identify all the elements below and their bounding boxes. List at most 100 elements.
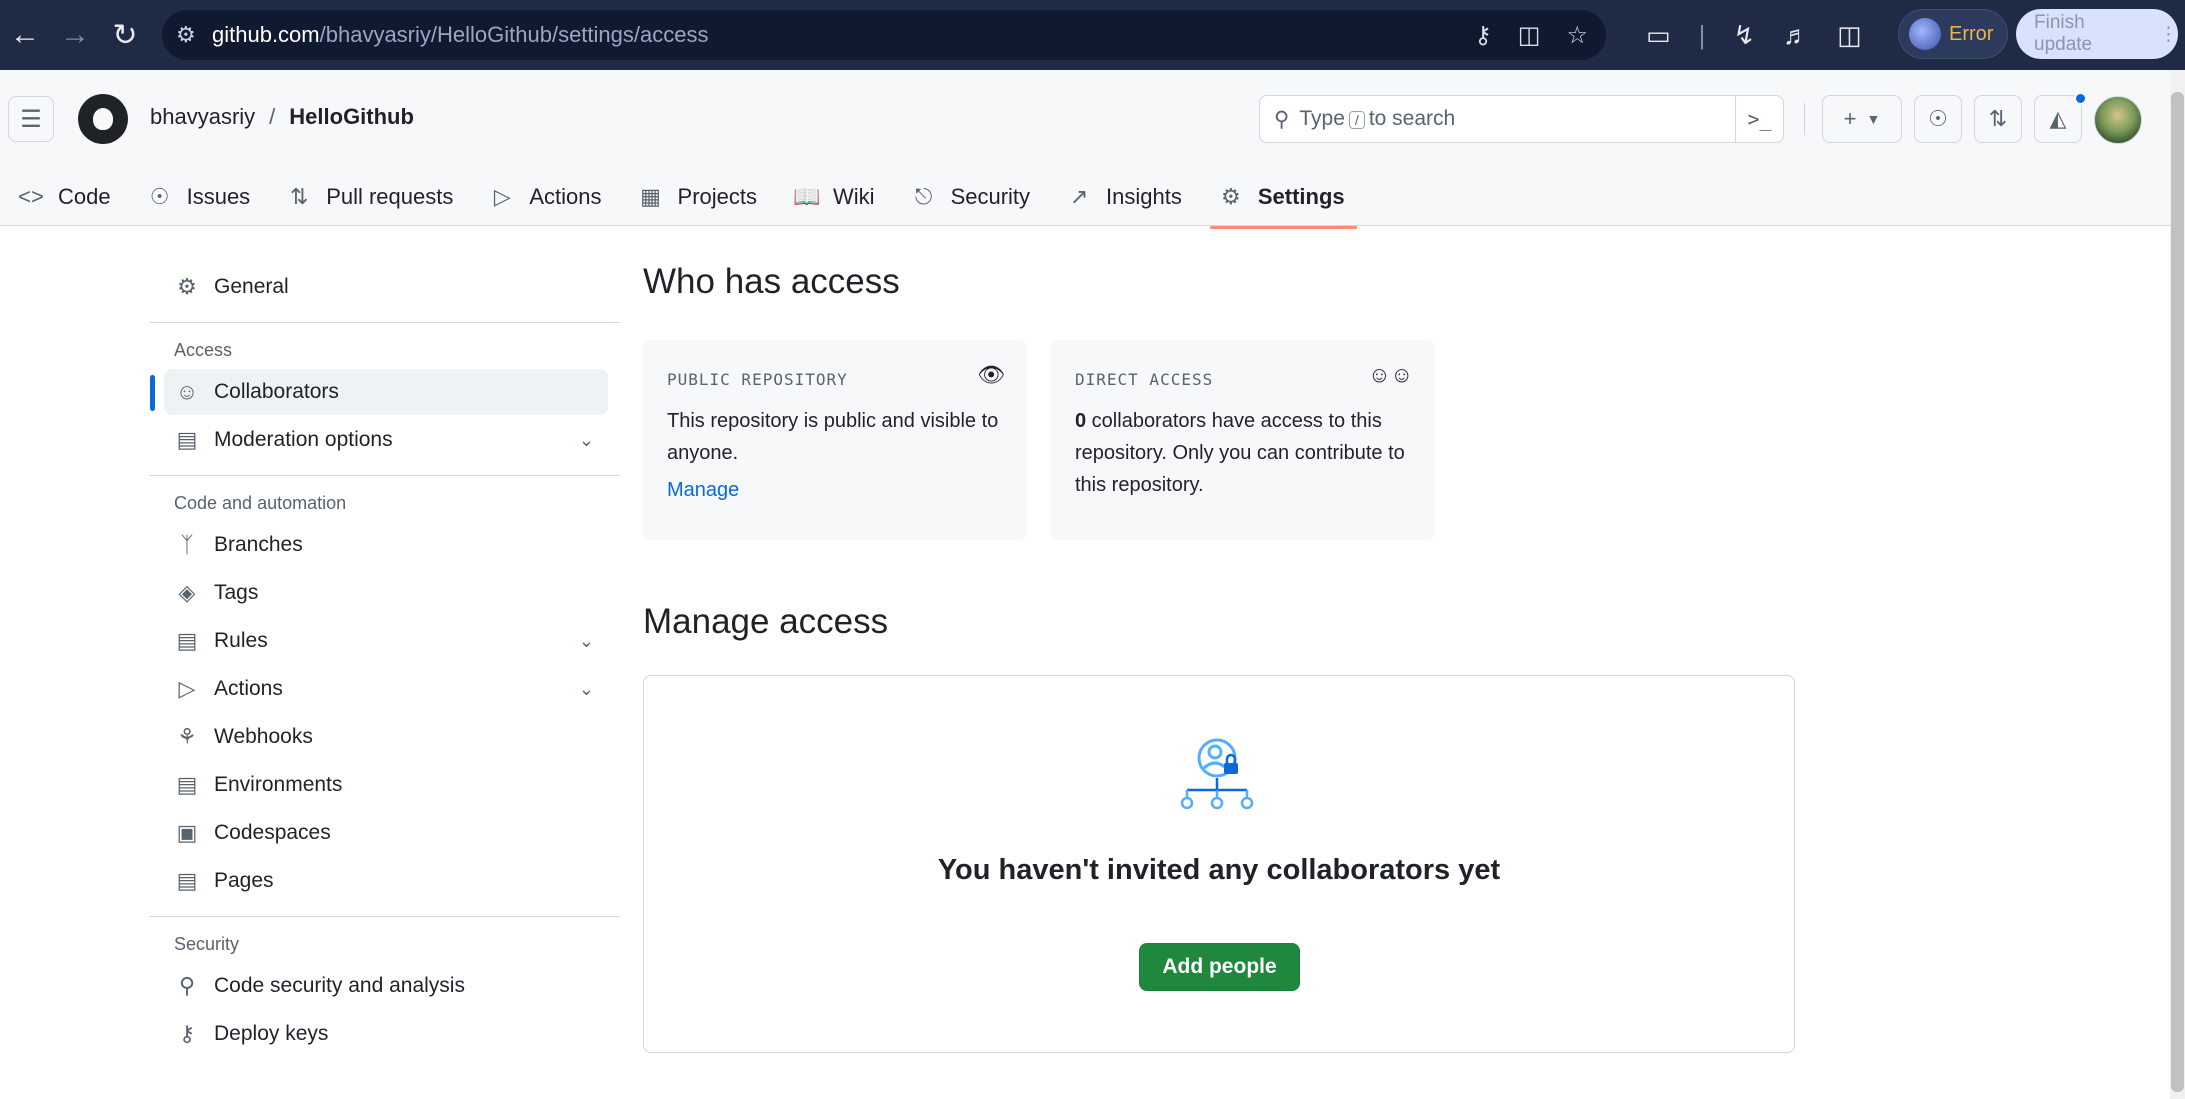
pull-request-icon: ⇅ xyxy=(1988,106,2008,131)
sidebar-item-actions[interactable]: ▷ Actions ⌄ xyxy=(150,666,620,712)
sidebar-heading-security: Security xyxy=(174,933,240,954)
media-controls-icon[interactable]: ♬ xyxy=(1783,20,1809,51)
performance-icon[interactable]: ↯ xyxy=(1733,20,1755,51)
profile-avatar-icon xyxy=(1909,18,1941,50)
forward-icon[interactable]: → xyxy=(50,10,100,60)
bookmark-star-icon[interactable]: ☆ xyxy=(1566,21,1588,50)
sidebar-item-label: Environments xyxy=(214,773,343,796)
address-bar[interactable]: ⚙ github.com/bhavyasriy/HelloGithub/sett… xyxy=(162,10,1606,60)
url-text: github.com/bhavyasriy/HelloGithub/settin… xyxy=(212,22,709,47)
tab-label: Wiki xyxy=(833,184,875,209)
profile-status-label: Error xyxy=(1949,22,1994,45)
issues-button[interactable]: ☉ xyxy=(1914,95,1962,143)
gear-icon: ⚙ xyxy=(177,274,197,299)
back-icon[interactable]: ← xyxy=(0,10,50,60)
sidebar-item-environments[interactable]: ▤ Environments xyxy=(150,762,620,808)
tab-pull-requests[interactable]: ⇅ Pull requests xyxy=(268,175,471,219)
inbox-icon: ◭ xyxy=(2049,106,2067,131)
profile-error-button[interactable]: Error xyxy=(1898,9,2008,59)
triangle-down-icon: ▼ xyxy=(1866,111,1881,127)
github-logo-icon[interactable] xyxy=(78,94,128,144)
issue-icon: ☉ xyxy=(149,184,170,209)
page-title: Who has access xyxy=(643,262,900,301)
extensions-icon[interactable]: ▭ xyxy=(1646,20,1671,51)
book-icon: 📖 xyxy=(793,184,821,209)
issue-icon: ☉ xyxy=(1928,106,1948,131)
browser-icon: ▤ xyxy=(176,868,198,893)
header-divider xyxy=(1804,103,1805,135)
menu-icon[interactable]: ☰ xyxy=(8,96,54,142)
breadcrumb-separator: / xyxy=(269,104,276,129)
create-new-button[interactable]: + ▼ xyxy=(1822,95,1902,143)
tab-wiki[interactable]: 📖 Wiki xyxy=(775,175,893,219)
page-scrollbar-thumb[interactable] xyxy=(2171,92,2184,1092)
finish-update-button[interactable]: Finish update ⋮ xyxy=(2016,9,2178,59)
tab-settings[interactable]: ⚙ Settings xyxy=(1200,175,1363,229)
side-panel-icon[interactable]: ◫ xyxy=(1837,20,1862,51)
rules-icon: ▤ xyxy=(176,628,198,653)
sidebar-item-label: Tags xyxy=(214,581,259,604)
card-body-text: collaborators have access to this reposi… xyxy=(1075,410,1405,496)
code-icon: <> xyxy=(18,184,44,209)
search-input[interactable]: ⚲ Type / to search >_ xyxy=(1259,95,1784,143)
public-repository-card: PUBLIC REPOSITORY 👁 This repository is p… xyxy=(643,340,1027,540)
tab-projects[interactable]: ▦ Projects xyxy=(620,175,775,219)
people-icon: ☺ xyxy=(175,379,199,404)
password-key-icon[interactable]: ⚷ xyxy=(1474,21,1492,50)
tag-icon: ◈ xyxy=(178,580,196,605)
play-icon: ▷ xyxy=(178,676,196,701)
tab-label: Actions xyxy=(529,184,602,209)
sidebar-item-label: Collaborators xyxy=(214,380,339,403)
sidebar-item-collaborators[interactable]: ☺ Collaborators xyxy=(150,369,608,415)
sidebar-item-label: Codespaces xyxy=(214,821,331,844)
sidebar-item-webhooks[interactable]: ⚘ Webhooks xyxy=(150,714,620,760)
owner-link[interactable]: bhavyasriy xyxy=(150,104,255,130)
card-title: DIRECT ACCESS xyxy=(1075,370,1214,389)
tab-security[interactable]: ⎋ Security xyxy=(893,175,1048,219)
tab-insights[interactable]: ↗ Insights xyxy=(1048,175,1200,219)
site-settings-icon[interactable]: ⚙ xyxy=(176,22,212,48)
pull-requests-button[interactable]: ⇅ xyxy=(1974,95,2022,143)
key-icon: ⚷ xyxy=(178,1021,196,1046)
tab-issues[interactable]: ☉ Issues xyxy=(129,175,269,219)
sidebar-item-label: Webhooks xyxy=(214,725,313,748)
repo-navigation: <> Code ☉ Issues ⇅ Pull requests ▷ Actions ▦… xyxy=(0,175,1363,229)
tab-label: Code xyxy=(58,184,111,209)
tab-label: Pull requests xyxy=(326,184,454,209)
tab-code[interactable]: <> Code xyxy=(0,175,129,219)
graph-icon: ↗ xyxy=(1069,184,1089,209)
sidebar-divider xyxy=(150,475,620,476)
blankslate-heading: You haven't invited any collaborators ye… xyxy=(937,854,1501,886)
install-app-icon[interactable]: ◫ xyxy=(1518,21,1541,50)
sidebar-item-label: Code security and analysis xyxy=(214,974,465,997)
git-branch-icon: ᛉ xyxy=(180,532,194,557)
toolbar-divider: | xyxy=(1698,19,1706,50)
sidebar-item-code-security[interactable]: ⚲ Code security and analysis xyxy=(150,963,620,1009)
manage-link[interactable]: Manage xyxy=(667,479,1003,502)
sidebar-item-codespaces[interactable]: ▣ Codespaces xyxy=(150,810,620,856)
sidebar-item-rules[interactable]: ▤ Rules ⌄ xyxy=(150,618,620,664)
shield-icon: ⎋ xyxy=(914,184,933,209)
search-icon: ⚲ xyxy=(1274,107,1290,131)
sidebar-item-moderation[interactable]: ▤ Moderation options ⌄ xyxy=(150,417,620,463)
tab-label: Projects xyxy=(677,184,758,209)
avatar[interactable] xyxy=(2094,96,2142,144)
sidebar-item-label: Rules xyxy=(214,629,268,652)
add-people-button[interactable]: Add people xyxy=(1139,943,1300,991)
sidebar-item-deploy-keys[interactable]: ⚷ Deploy keys xyxy=(150,1011,620,1057)
more-vertical-icon: ⋮ xyxy=(2159,23,2178,45)
reload-icon[interactable]: ↻ xyxy=(100,10,150,60)
tab-actions[interactable]: ▷ Actions xyxy=(471,175,619,219)
tab-label: Issues xyxy=(186,184,251,209)
collaborators-blankslate: You haven't invited any collaborators ye… xyxy=(643,675,1795,1053)
command-palette-icon[interactable]: >_ xyxy=(1735,96,1783,142)
sidebar-item-general[interactable]: ⚙ General xyxy=(150,264,620,310)
card-body: 0 collaborators have access to this repo… xyxy=(1075,405,1411,501)
tab-label: Settings xyxy=(1257,184,1345,209)
eye-icon: 👁 xyxy=(977,362,1005,387)
repo-link[interactable]: HelloGithub xyxy=(289,104,414,130)
sidebar-item-tags[interactable]: ◈ Tags xyxy=(150,570,620,616)
sidebar-item-branches[interactable]: ᛉ Branches xyxy=(150,522,620,568)
sidebar-item-pages[interactable]: ▤ Pages xyxy=(150,858,620,904)
collaborator-count: 0 xyxy=(1075,410,1087,432)
